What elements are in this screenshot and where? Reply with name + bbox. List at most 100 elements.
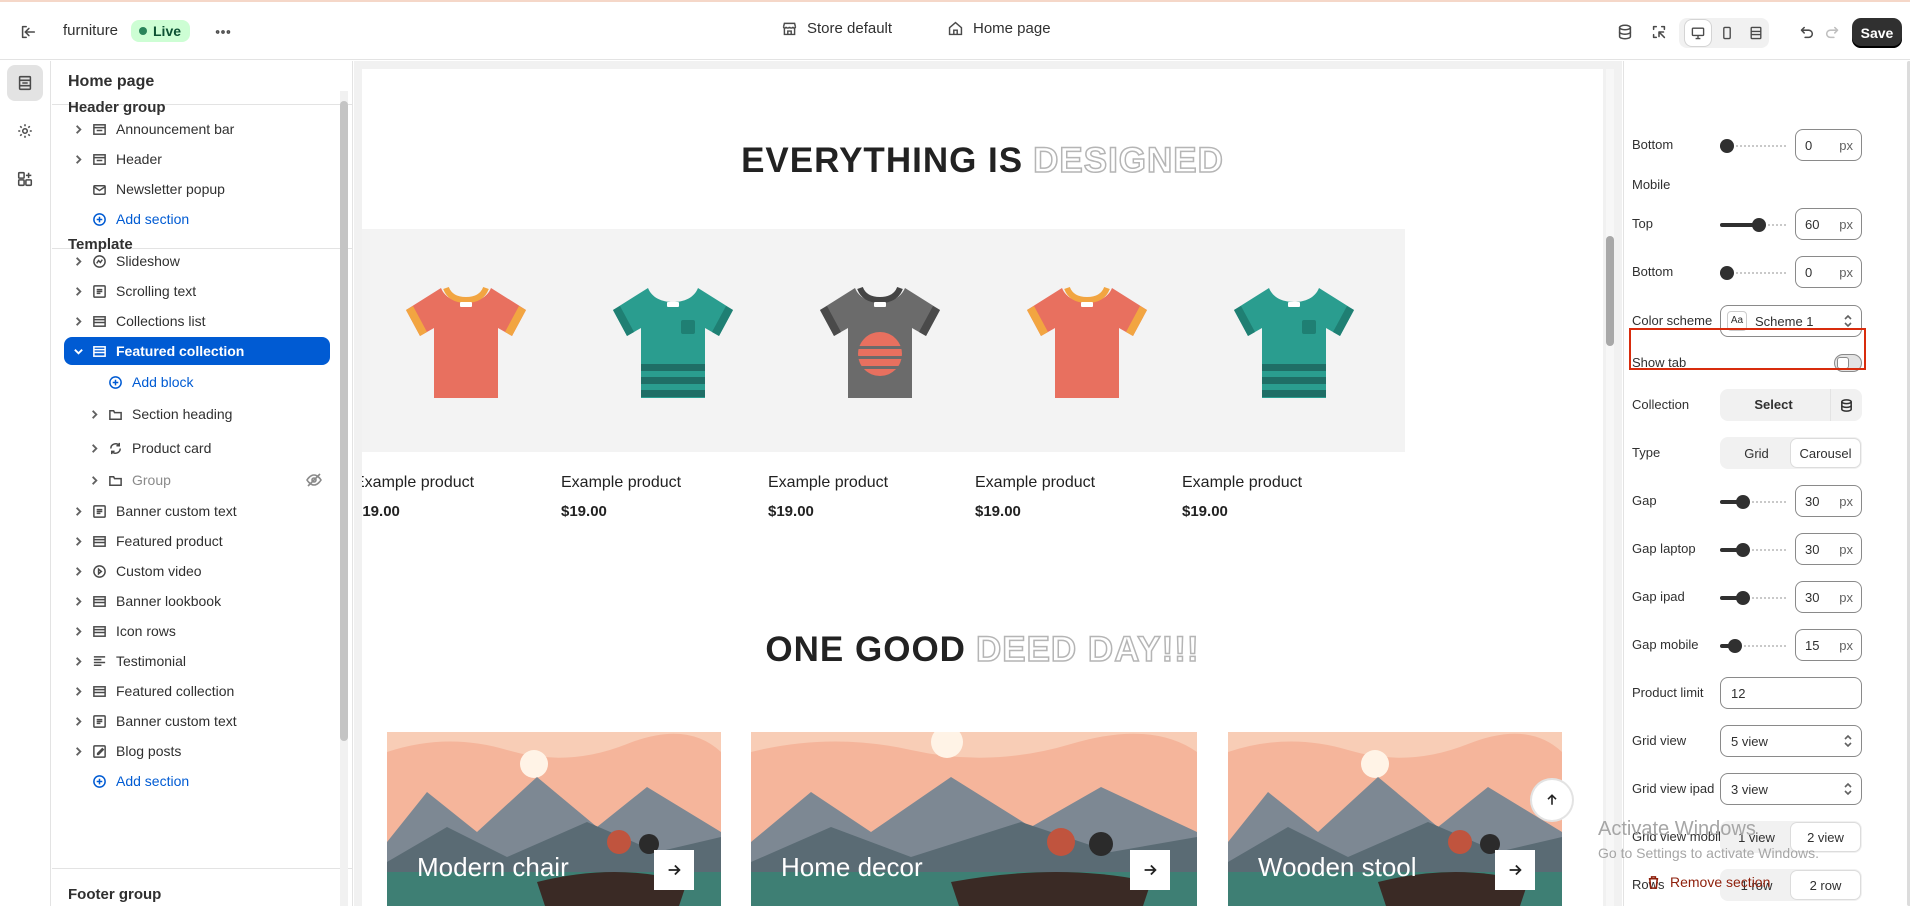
gap-mobile-slider[interactable] xyxy=(1720,638,1788,654)
inspector-icon[interactable] xyxy=(1646,20,1672,44)
block-row-group[interactable]: Group xyxy=(80,466,330,494)
chevron-right-icon[interactable] xyxy=(70,121,86,137)
collection-select-button[interactable]: Select xyxy=(1720,397,1827,412)
sections-rail-button[interactable] xyxy=(7,65,43,101)
arrow-right-button[interactable] xyxy=(654,850,694,890)
block-row-product-card[interactable]: Product card xyxy=(80,434,330,462)
top-mobile-input[interactable]: 60 px xyxy=(1795,208,1862,240)
section-row-icon-rows[interactable]: Icon rows xyxy=(64,617,330,645)
chevron-right-icon[interactable] xyxy=(70,743,86,759)
bottom-desktop-slider[interactable] xyxy=(1720,138,1788,154)
slider-knob[interactable] xyxy=(1720,266,1734,280)
database-icon[interactable] xyxy=(1612,20,1638,44)
fullscreen-view-button[interactable] xyxy=(1743,20,1769,46)
chevron-right-icon[interactable] xyxy=(70,653,86,669)
arrow-right-button[interactable] xyxy=(1130,850,1170,890)
chevron-right-icon[interactable] xyxy=(86,472,102,488)
collection-card[interactable]: Modern chair xyxy=(387,732,721,906)
database-icon[interactable] xyxy=(1830,389,1862,421)
block-row-section-heading[interactable]: Section heading xyxy=(80,400,330,428)
sidebar-scrollbar-thumb[interactable] xyxy=(340,101,348,741)
slider-knob[interactable] xyxy=(1736,543,1750,557)
remove-section-button[interactable]: Remove section xyxy=(1646,874,1770,890)
section-row-announcement-bar[interactable]: Announcement bar xyxy=(64,115,330,143)
section-row-blog-posts[interactable]: Blog posts xyxy=(64,737,330,765)
more-actions-icon[interactable] xyxy=(210,20,236,44)
save-button[interactable]: Save xyxy=(1852,18,1902,48)
bottom-mobile-input[interactable]: 0 px xyxy=(1795,256,1862,288)
section-row-featured-product[interactable]: Featured product xyxy=(64,527,330,555)
settings-rail-button[interactable] xyxy=(7,113,43,149)
type-option-grid[interactable]: Grid xyxy=(1722,439,1791,467)
chevron-right-icon[interactable] xyxy=(70,533,86,549)
product-card[interactable]: Example product $19.00 xyxy=(975,229,1198,520)
gap-laptop-input[interactable]: 30 px xyxy=(1795,533,1862,565)
product-card[interactable]: Example product $19.00 xyxy=(561,229,784,520)
preview-scrollbar[interactable] xyxy=(1606,69,1614,906)
page-selector[interactable]: Home page xyxy=(947,20,1051,37)
slider-knob[interactable] xyxy=(1736,591,1750,605)
section-row-collections-list[interactable]: Collections list xyxy=(64,307,330,335)
bottom-desktop-input[interactable]: 0 px xyxy=(1795,129,1862,161)
slider-knob[interactable] xyxy=(1752,218,1766,232)
bottom-mobile-slider[interactable] xyxy=(1720,265,1788,281)
product-limit-input[interactable]: 12 xyxy=(1720,677,1862,709)
chevron-right-icon[interactable] xyxy=(70,593,86,609)
top-mobile-slider[interactable] xyxy=(1720,217,1788,233)
section-row-testimonial[interactable]: Testimonial xyxy=(64,647,330,675)
chevron-right-icon[interactable] xyxy=(70,503,86,519)
redo-icon[interactable] xyxy=(1820,20,1846,44)
slider-knob[interactable] xyxy=(1720,139,1734,153)
chevron-right-icon[interactable] xyxy=(70,683,86,699)
add-section-template-button[interactable]: Add section xyxy=(64,767,330,795)
rows-option-2[interactable]: 2 row xyxy=(1791,871,1860,899)
add-section-header-button[interactable]: Add section xyxy=(64,205,330,233)
chevron-right-icon[interactable] xyxy=(86,440,102,456)
arrow-right-button[interactable] xyxy=(1495,850,1535,890)
gap-mobile-input[interactable]: 15 px xyxy=(1795,629,1862,661)
section-row-banner-custom-text-2[interactable]: Banner custom text xyxy=(64,707,330,735)
exit-icon[interactable] xyxy=(16,20,40,44)
gap-slider[interactable] xyxy=(1720,494,1788,510)
theme-selector[interactable]: Store default xyxy=(781,20,892,37)
gap-ipad-input[interactable]: 30 px xyxy=(1795,581,1862,613)
add-block-button[interactable]: Add block xyxy=(80,368,330,396)
section-row-banner-custom-text[interactable]: Banner custom text xyxy=(64,497,330,525)
chevron-right-icon[interactable] xyxy=(70,283,86,299)
chevron-right-icon[interactable] xyxy=(70,713,86,729)
storefront-preview[interactable]: EVERYTHING ISDESIGNED Example product $1… xyxy=(362,69,1603,906)
type-option-carousel[interactable]: Carousel xyxy=(1791,439,1860,467)
chevron-right-icon[interactable] xyxy=(86,406,102,422)
undo-icon[interactable] xyxy=(1793,20,1819,44)
grid-view-ipad-select[interactable]: 3 view xyxy=(1720,773,1862,805)
apps-rail-button[interactable] xyxy=(7,161,43,197)
desktop-view-button[interactable] xyxy=(1685,20,1711,46)
eye-hidden-icon[interactable] xyxy=(306,472,322,491)
section-row-featured-collection[interactable]: Featured collection xyxy=(64,337,330,365)
gap-ipad-slider[interactable] xyxy=(1720,590,1788,606)
chevron-right-icon[interactable] xyxy=(70,253,86,269)
section-row-banner-lookbook[interactable]: Banner lookbook xyxy=(64,587,330,615)
mobile-view-button[interactable] xyxy=(1714,20,1740,46)
gap-laptop-slider[interactable] xyxy=(1720,542,1788,558)
product-card[interactable]: Example product $19.00 xyxy=(1182,229,1405,520)
section-row-header[interactable]: Header xyxy=(64,145,330,173)
product-card[interactable]: Example product $19.00 xyxy=(768,229,991,520)
collection-card[interactable]: Wooden stool xyxy=(1228,732,1562,906)
section-row-featured-collection-2[interactable]: Featured collection xyxy=(64,677,330,705)
section-row-scrolling-text[interactable]: Scrolling text xyxy=(64,277,330,305)
slider-knob[interactable] xyxy=(1728,639,1742,653)
gap-input[interactable]: 30 px xyxy=(1795,485,1862,517)
back-to-top-button[interactable] xyxy=(1532,780,1572,820)
grid-view-select[interactable]: 5 view xyxy=(1720,725,1862,757)
chevron-right-icon[interactable] xyxy=(70,623,86,639)
section-row-newsletter-popup[interactable]: Newsletter popup xyxy=(64,175,330,203)
collection-picker[interactable]: Select xyxy=(1720,389,1862,421)
slider-knob[interactable] xyxy=(1736,495,1750,509)
section-row-custom-video[interactable]: Custom video xyxy=(64,557,330,585)
product-card[interactable]: Example product $19.00 xyxy=(362,229,577,520)
chevron-right-icon[interactable] xyxy=(70,563,86,579)
chevron-right-icon[interactable] xyxy=(70,313,86,329)
collection-card[interactable]: Home decor xyxy=(751,732,1197,906)
chevron-right-icon[interactable] xyxy=(70,151,86,167)
